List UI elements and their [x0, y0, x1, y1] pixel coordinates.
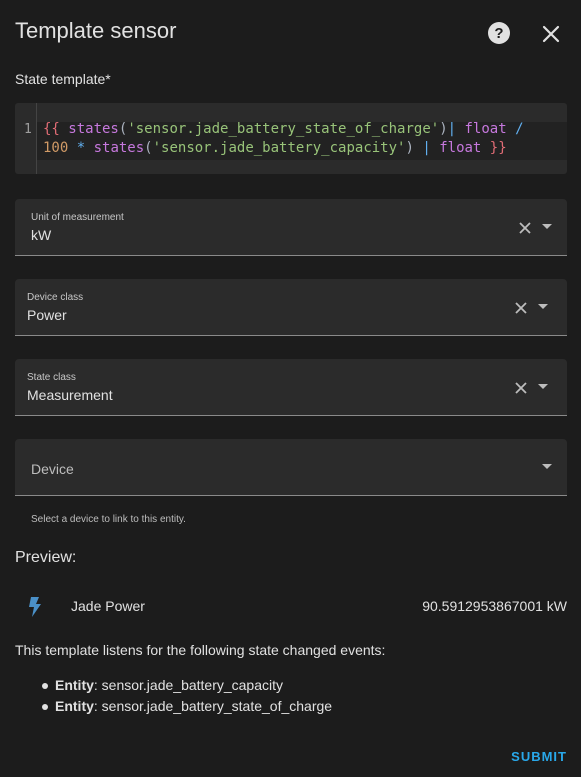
device-field[interactable]: Device: [15, 439, 567, 496]
svg-text:?: ?: [494, 25, 503, 42]
code-token: {{: [43, 121, 60, 137]
flash-icon: [29, 597, 41, 617]
code-token: *: [76, 140, 86, 156]
preview-entity-name: Jade Power: [71, 598, 145, 614]
code-token: 'sensor.jade_battery_state_of_charge': [127, 121, 440, 137]
state-template-editor[interactable]: 1 {{ states('sensor.jade_battery_state_o…: [15, 103, 567, 174]
preview-label: Preview:: [15, 549, 77, 566]
line-number: 1: [24, 122, 32, 137]
unit-field-value[interactable]: kW: [31, 227, 51, 243]
listened-entities-list: Entity: sensor.jade_battery_capacity Ent…: [41, 676, 332, 718]
chevron-down-icon[interactable]: [537, 383, 549, 391]
clear-icon[interactable]: [512, 379, 530, 397]
state-template-label: State template*: [15, 71, 111, 87]
submit-button[interactable]: SUBMIT: [511, 749, 567, 764]
list-item: Entity: sensor.jade_battery_capacity: [41, 676, 332, 697]
template-code[interactable]: {{ states('sensor.jade_battery_state_of_…: [43, 120, 563, 158]
line-gutter: 1: [15, 103, 37, 174]
code-token: 100: [43, 140, 69, 156]
entity-id: : sensor.jade_battery_capacity: [93, 677, 284, 693]
code-token: float: [439, 140, 482, 156]
device-class-label: Device class: [27, 292, 84, 303]
code-token: |: [447, 121, 457, 137]
chevron-down-icon[interactable]: [537, 303, 549, 311]
code-token: 'sensor.jade_battery_capacity': [152, 140, 406, 156]
code-token: states: [59, 121, 119, 137]
state-class-value[interactable]: Measurement: [27, 387, 113, 403]
clear-icon[interactable]: [512, 299, 530, 317]
device-field-placeholder: Device: [31, 461, 74, 477]
list-item: Entity: sensor.jade_battery_state_of_cha…: [41, 697, 332, 718]
entity-id: : sensor.jade_battery_state_of_charge: [93, 698, 333, 714]
code-token: /: [515, 121, 524, 137]
entity-kind: Entity: [55, 677, 94, 693]
code-token: |: [413, 140, 440, 156]
device-helper-text: Select a device to link to this entity.: [31, 514, 186, 525]
listens-text: This template listens for the following …: [15, 642, 386, 658]
code-token: (: [144, 140, 153, 156]
dialog-title: Template sensor: [15, 18, 177, 43]
state-class-field[interactable]: State class Measurement: [15, 359, 567, 416]
entity-kind: Entity: [55, 698, 94, 714]
device-class-field[interactable]: Device class Power: [15, 279, 567, 336]
unit-field-label: Unit of measurement: [31, 212, 124, 223]
help-icon[interactable]: ?: [486, 20, 512, 46]
code-token: states: [85, 140, 145, 156]
close-icon[interactable]: [538, 21, 564, 47]
preview-entity-state: 90.5912953867001 kW: [422, 598, 567, 614]
code-token: ): [439, 121, 448, 137]
state-class-label: State class: [27, 372, 76, 383]
chevron-down-icon[interactable]: [541, 463, 553, 471]
code-token: float: [456, 121, 516, 137]
unit-of-measurement-field[interactable]: Unit of measurement kW: [15, 199, 567, 256]
chevron-down-icon[interactable]: [541, 223, 553, 231]
code-token: ): [405, 140, 414, 156]
clear-icon[interactable]: [516, 219, 534, 237]
code-token: }}: [481, 140, 507, 156]
dialog-header: Template sensor ?: [0, 0, 581, 64]
device-class-value[interactable]: Power: [27, 307, 67, 323]
